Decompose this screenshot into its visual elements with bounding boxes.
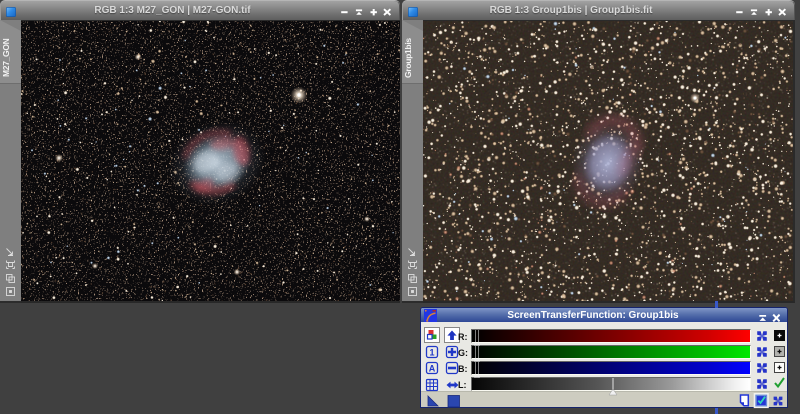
svg-text:A: A bbox=[429, 364, 436, 374]
svg-text:1: 1 bbox=[429, 348, 434, 358]
